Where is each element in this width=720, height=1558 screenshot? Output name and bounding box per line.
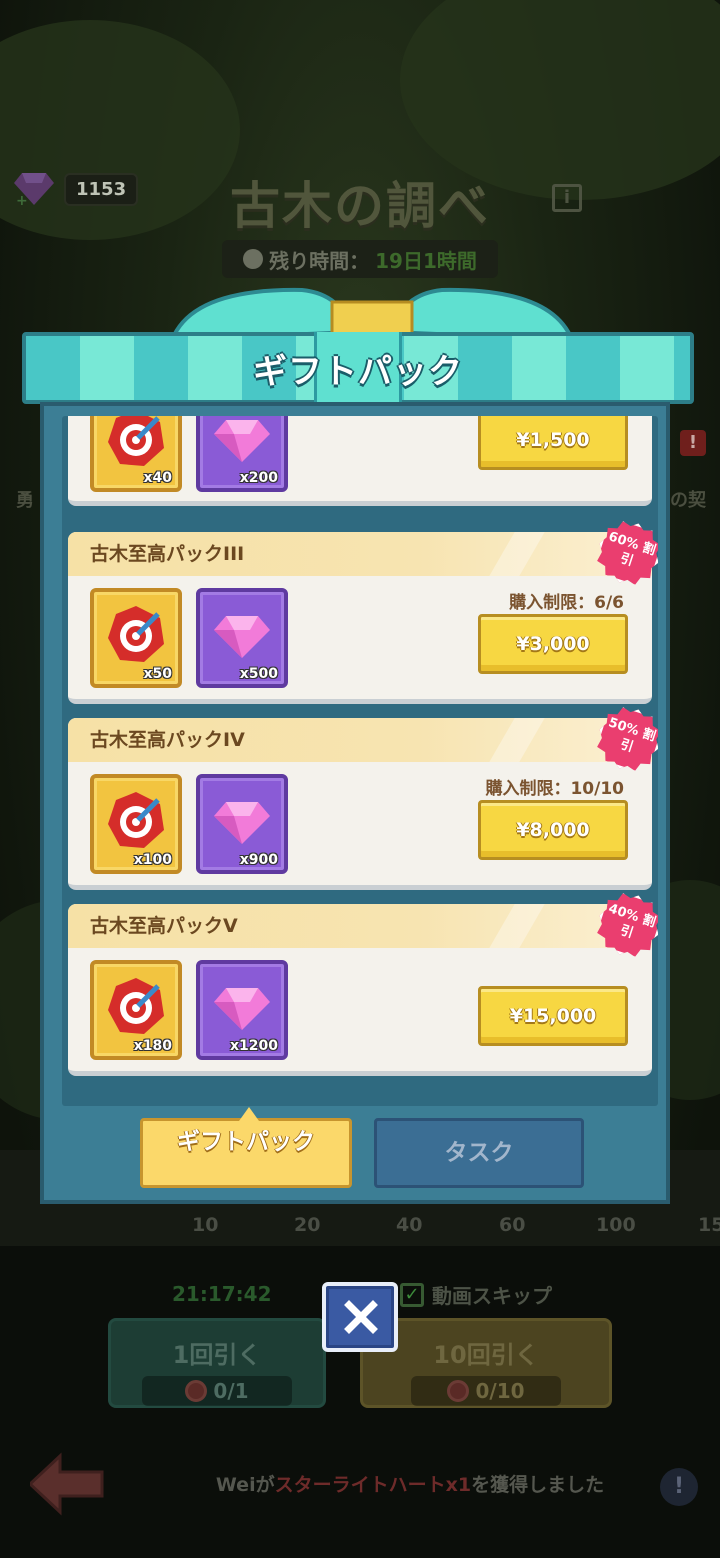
gem-icon	[214, 616, 270, 658]
modal-tabs: ギフトパック タスク	[44, 1100, 674, 1190]
item-slot[interactable]: x500	[196, 588, 288, 688]
countdown-timer: 21:17:42	[172, 1282, 272, 1306]
ticker-player: Weiが	[215, 1474, 275, 1496]
remaining-label: 残り時間：	[269, 248, 370, 273]
milestone-label: 100	[596, 1214, 636, 1236]
item-qty: x50	[143, 666, 172, 682]
target-icon	[108, 978, 164, 1034]
pack-card: 古木至高パックV 40% 割引 x180 x1200 ¥15,000	[68, 904, 652, 1076]
item-slot[interactable]: x200	[196, 416, 288, 492]
item-qty: x900	[239, 852, 278, 868]
item-slot[interactable]: x50	[90, 588, 182, 688]
gem-icon: +	[14, 171, 54, 209]
item-qty: x40	[143, 470, 172, 486]
pull-1-label: 1回引く	[172, 1341, 262, 1369]
remaining-time: 残り時間： 19日1時間	[222, 240, 498, 278]
ticker-item: スターライトハートx1	[274, 1474, 472, 1496]
tab-gift-pack[interactable]: ギフトパック	[140, 1118, 352, 1188]
milestone-label: 60	[499, 1214, 526, 1236]
pull-10-label: 10回引く	[433, 1341, 539, 1369]
price-button[interactable]: ¥3,000	[478, 614, 628, 674]
target-icon	[447, 1380, 470, 1402]
pack-title: 古木至高パックIV	[68, 718, 652, 762]
remaining-value: 19日1時間	[375, 248, 477, 273]
pull-10-cost-value: 0/10	[475, 1379, 525, 1403]
modal-body: x40 x200 ¥1,500 古木至高パックIII 60% 割引 x50 x5…	[40, 402, 670, 1204]
item-qty: x200	[239, 470, 278, 486]
item-qty: x100	[133, 852, 172, 868]
purchase-limit: 購入制限：10/10	[485, 779, 624, 799]
item-slot[interactable]: x180	[90, 960, 182, 1060]
modal-title: ギフトパック	[253, 352, 463, 392]
gem-icon	[214, 420, 270, 462]
item-slot[interactable]: x1200	[196, 960, 288, 1060]
clock-icon	[243, 249, 264, 269]
gem-counter: + 1153	[14, 168, 154, 210]
price-button[interactable]: ¥1,500	[478, 416, 628, 470]
item-qty: x180	[133, 1038, 172, 1054]
milestone-label: 10	[192, 1214, 219, 1236]
item-slot[interactable]: x900	[196, 774, 288, 874]
gem-icon	[214, 988, 270, 1030]
pack-title: 古木至高パックV	[68, 904, 652, 948]
gem-icon	[214, 802, 270, 844]
target-icon	[108, 606, 164, 662]
price-button[interactable]: ¥8,000	[478, 800, 628, 860]
purchase-limit: 購入制限：6/6	[509, 593, 624, 613]
item-qty: x1200	[230, 1038, 278, 1054]
milestone-label: 20	[294, 1214, 321, 1236]
skip-label: 動画スキップ	[432, 1284, 552, 1308]
pack-card: 古木至高パックIV 50% 割引 x100 x900 購入制限：10/10 ¥8…	[68, 718, 652, 890]
milestone-label: 40	[396, 1214, 423, 1236]
pack-card: x40 x200 ¥1,500	[68, 416, 652, 506]
gift-pack-modal: ギフトパック x40 x200 ¥1,500 古木至高パックIII 60% 割引	[22, 284, 694, 1204]
pack-card: 古木至高パックIII 60% 割引 x50 x500 購入制限：6/6 ¥3,0…	[68, 532, 652, 704]
ticker-suffix: を獲得しました	[471, 1474, 605, 1496]
pull-1-cost-value: 0/1	[213, 1379, 249, 1403]
pull-1-button[interactable]: 1回引く 0/1	[108, 1318, 326, 1408]
close-icon	[344, 1300, 378, 1334]
milestone-bar: 10 20 40 60 100 15	[0, 1206, 720, 1246]
back-arrow-icon[interactable]	[27, 1452, 104, 1516]
video-skip-toggle[interactable]: ✓ 動画スキップ	[400, 1280, 552, 1309]
ticker-alert-icon[interactable]: !	[660, 1468, 698, 1506]
pull-10-cost: 0/10	[411, 1376, 561, 1406]
pack-title: 古木至高パックIII	[68, 532, 652, 576]
item-slot[interactable]: x100	[90, 774, 182, 874]
milestone-label: 15	[698, 1214, 720, 1236]
target-icon	[185, 1380, 208, 1402]
pull-1-cost: 0/1	[142, 1376, 292, 1406]
item-slot[interactable]: x40	[90, 416, 182, 492]
item-qty: x500	[239, 666, 278, 682]
tab-task[interactable]: タスク	[374, 1118, 584, 1188]
price-button[interactable]: ¥15,000	[478, 986, 628, 1046]
target-icon	[108, 792, 164, 848]
gem-count: 1153	[64, 172, 139, 206]
news-ticker: Weiがスターライトハートx1を獲得しました	[150, 1468, 670, 1502]
target-icon	[108, 416, 164, 466]
info-icon[interactable]: i	[552, 184, 582, 212]
svg-text:+: +	[16, 193, 28, 207]
event-title: 古木の調べ	[230, 177, 490, 235]
checkbox-icon[interactable]: ✓	[400, 1282, 424, 1307]
close-button[interactable]	[322, 1282, 398, 1352]
pack-list[interactable]: x40 x200 ¥1,500 古木至高パックIII 60% 割引 x50 x5…	[62, 416, 658, 1106]
